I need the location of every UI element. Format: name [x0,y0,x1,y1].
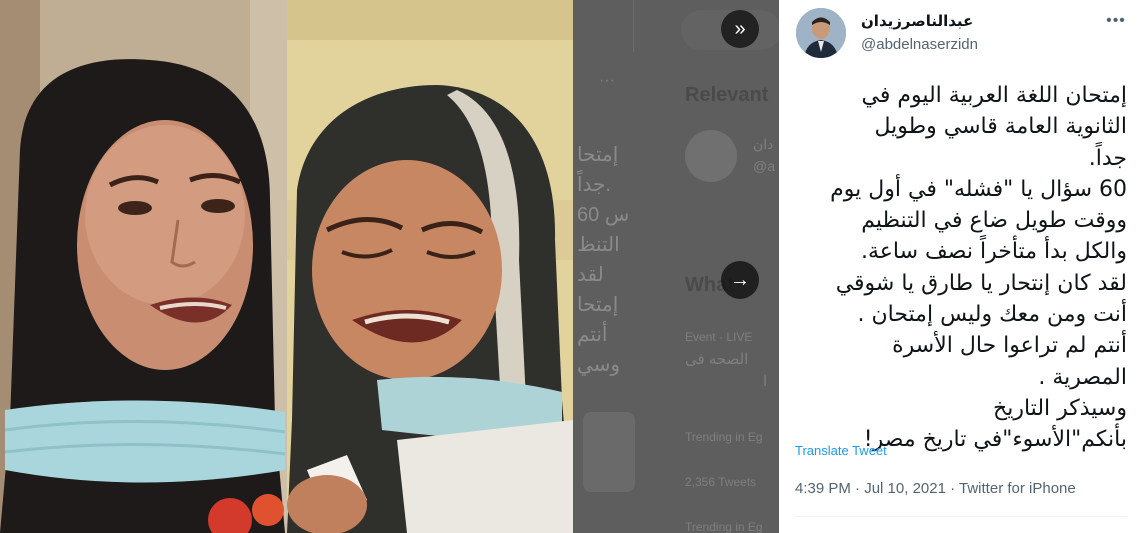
avatar-image [796,8,846,58]
tweet-text-line: 60 سؤال يا "فشله" في أول يوم [830,176,1127,202]
background-line: إمتحا [577,294,619,316]
tweet-text-line: إمتحان اللغة العربية اليوم في [861,83,1128,108]
background-line: لقد [577,264,604,286]
tweet-text-line: وسيذكر التاريخ [993,395,1127,421]
tweet-text-line: الثانوية العامة قاسي وطويل [874,114,1127,140]
background-line: أنتم [577,324,608,346]
next-image-button[interactable]: → [721,261,759,299]
tweet-text-line: لقد كان إنتحار يا طارق يا شوقي [835,270,1127,296]
background-event-title-2: ا [763,373,768,390]
tweet-date[interactable]: Jul 10, 2021 [864,480,946,497]
tweet-source[interactable]: Twitter for iPhone [959,480,1076,497]
tweet-metadata: 4:39 PM · Jul 10, 2021 · Twitter for iPh… [795,480,1076,497]
tweet-text-line: والكل بدأ متأخراً نصف ساعة. [860,239,1127,265]
background-line: جداً. [577,174,611,196]
background-handle: @a [753,158,775,174]
background-event-title: الصحه فى [685,351,749,368]
background-line: وسي [577,354,621,376]
avatar[interactable] [796,8,846,58]
tweet-text-line: أنتم لم تراعوا حال الأسرة [892,333,1127,359]
photo-illustration [287,0,573,533]
background-tweets-count: 2,356 Tweets [685,475,757,489]
tweet-photo-girl-crying-1[interactable] [0,0,287,533]
background-divider [633,0,634,52]
more-options-button[interactable]: ••• [1103,12,1129,34]
background-trending-2: Trending in Eg [685,520,763,533]
author-handle[interactable]: @abdelnaserzidn [861,36,978,53]
background-event-live: Event · LIVE [685,330,753,344]
arrow-right-icon: → [730,268,750,291]
tweet-photo-girl-crying-2[interactable] [287,0,573,533]
background-line: 60 س [577,204,630,226]
tweet-panel: عبدالناصرزيدان @abdelnaserzidn ••• إمتحا… [779,0,1143,533]
background-line: التنظ [577,234,620,256]
background-name: دان [753,136,774,152]
media-viewer: ··· Relevant دان @a إمتحا جداً. 60 س الت… [0,0,780,533]
meta-separator: · [850,480,865,497]
tweet-text: إمتحان اللغة العربية اليوم في الثانوية ا… [795,80,1127,456]
tweet-text-line: أنت ومن معك وليس إمتحان . [857,302,1128,328]
background-dots: ··· [599,72,615,89]
photo-illustration [0,0,287,533]
background-relevant-heading: Relevant [685,84,769,106]
tweet-text-line: المصرية . [1038,364,1127,390]
author-display-name[interactable]: عبدالناصرزيدان [861,12,973,30]
tweet-text-line: ووقت طويل ضاع في التنظيم [861,208,1127,234]
tweet-time[interactable]: 4:39 PM [795,480,851,497]
more-horizontal-icon: ••• [1106,12,1126,29]
background-card [583,412,635,492]
background-avatar [685,130,737,182]
meta-separator: · [945,480,960,497]
divider [795,516,1127,517]
chevrons-right-icon: » [734,17,746,40]
tweet-text-line: جداً. [1088,145,1127,171]
background-trending-1: Trending in Eg [685,430,763,444]
expand-panel-button[interactable]: » [721,10,759,48]
background-line: إمتحا [577,144,619,166]
translate-tweet-link[interactable]: Translate Tweet [795,443,887,458]
